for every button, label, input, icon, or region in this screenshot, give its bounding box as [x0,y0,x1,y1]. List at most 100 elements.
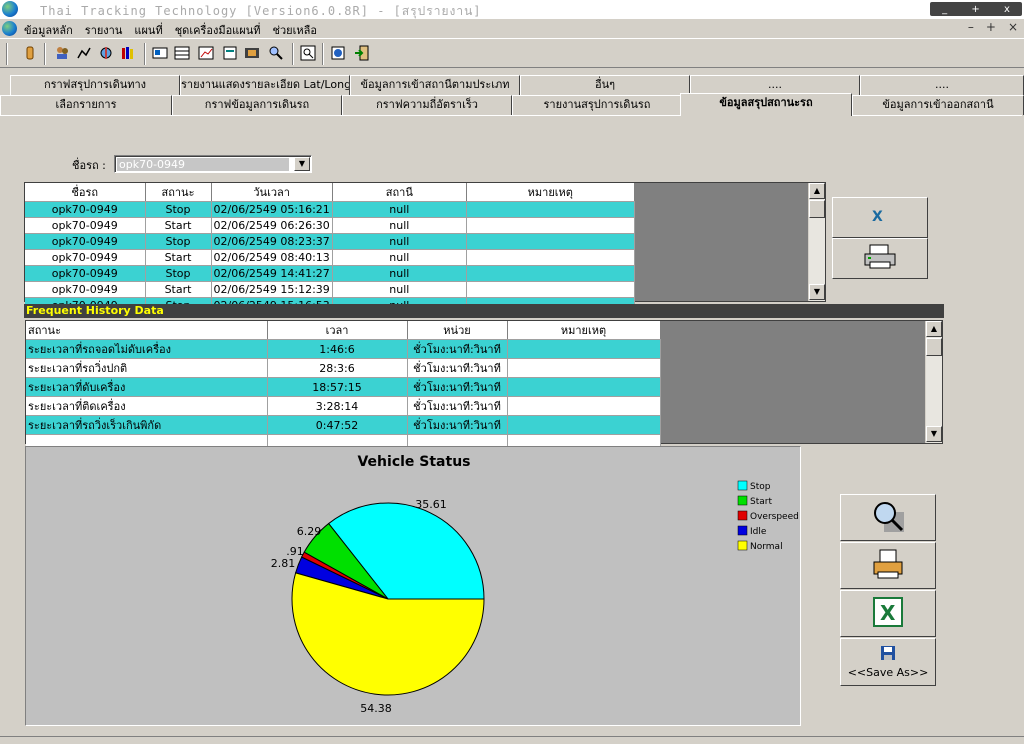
film-icon[interactable] [242,43,262,63]
tab-select-item[interactable]: เลือกรายการ [0,95,172,115]
excel-chart-button[interactable]: X [840,590,936,637]
pie-label-stop: 35.61 [415,498,447,511]
maximize-button[interactable]: + [971,4,979,15]
history-scrollbar[interactable]: ▲ ▼ [925,321,942,443]
history-table-cell: ชั่วโมง:นาที:วินาที [407,415,508,435]
legend-label-stop: Stop [750,482,771,492]
tab-driving-data-graph[interactable]: กราฟข้อมูลการเดินรถ [172,95,342,115]
tools-icon[interactable] [96,43,116,63]
export-icon[interactable] [328,43,348,63]
zoom-icon[interactable] [298,43,318,63]
status-table-row[interactable]: opk70-0949 Stop 02/06/2549 05:16:21 null [25,201,635,218]
history-table-cell: ระยะเวลาที่รถวิ่งเร็วเกินพิกัด [26,415,268,435]
toolbar [0,38,1024,68]
tab-others[interactable]: อื่นๆ [520,75,690,95]
col-status[interactable]: สถานะ [145,183,212,202]
floppy-icon [880,645,896,664]
users-icon[interactable] [52,43,72,63]
status-table-row[interactable]: opk70-0949 Start 02/06/2549 06:26:30 null [25,217,635,234]
export-excel-button[interactable]: X [832,197,928,238]
minimize-button[interactable]: _ [942,4,947,15]
zoom-chart-button[interactable] [840,494,936,541]
status-table-cell: 02/06/2549 08:40:13 [211,249,333,266]
find-icon[interactable] [266,43,286,63]
col-history-status[interactable]: สถานะ [26,321,268,340]
status-table-row[interactable]: opk70-0949 Stop 02/06/2549 08:23:37 null [25,233,635,250]
col-station[interactable]: สถานี [332,183,467,202]
tab-driving-summary-report[interactable]: รายงานสรุปการเดินรถ [512,95,682,115]
tab-row-top: กราฟสรุปการเดินทาง รายงานแสดงรายละเอียด … [0,75,1024,95]
status-table-cell: opk70-0949 [25,201,146,218]
history-table-row[interactable]: ระยะเวลาที่ติดเครื่อง 3:28:14 ชั่วโมง:นาที… [26,396,661,416]
status-bar [0,736,1024,744]
scroll-thumb[interactable] [809,200,825,218]
menu-map-tools[interactable]: ชุดเครื่องมือแผนที่ [175,21,261,39]
scroll-up-icon[interactable]: ▲ [809,183,825,199]
pie-chart-svg: Vehicle Status35.616.29.912.8154.38StopS… [271,454,799,715]
history-table-cell: ระยะเวลาที่ดับเครื่อง [26,377,268,397]
history-table-row[interactable]: ระยะเวลาที่รถจอดไม่ดับเครื่อง 1:46:6 ชั่วโ… [26,339,661,359]
route-icon[interactable] [74,43,94,63]
menu-report[interactable]: รายงาน [85,21,123,39]
mdi-restore-button[interactable]: + [986,20,996,34]
tab-latlong-report[interactable]: รายงานแสดงรายละเอียด Lat/Long [180,75,350,95]
tab-more-2[interactable]: .... [860,75,1024,95]
status-table-cell: 02/06/2549 14:41:27 [211,265,333,282]
save-as-button[interactable]: <<Save As>> [840,638,936,686]
tab-station-entry-type[interactable]: ข้อมูลการเข้าสถานีตามประเภท [350,75,520,95]
legend-swatch-normal [737,540,748,551]
form-icon[interactable] [220,43,240,63]
history-table-cell [507,377,661,397]
history-table-row[interactable]: ระยะเวลาที่รถวิ่งปกติ 28:3:6 ชั่วโมง:นาที:… [26,358,661,378]
status-table-row[interactable]: opk70-0949 Start 02/06/2549 08:40:13 null [25,249,635,266]
history-table-cell: ระยะเวลาที่รถวิ่งปกติ [26,358,268,378]
tab-trip-summary-graph[interactable]: กราฟสรุปการเดินทาง [10,75,180,95]
excel-icon: X [870,208,890,227]
history-table-row[interactable]: ระยะเวลาที่ดับเครื่อง 18:57:15 ชั่วโมง:นาท… [26,377,661,397]
tab-station-entry-exit[interactable]: ข้อมูลการเข้าออกสถานี [852,95,1024,115]
col-datetime[interactable]: วันเวลา [211,183,333,202]
chevron-down-icon[interactable]: ▼ [294,157,310,171]
status-table-cell [466,249,635,266]
close-button[interactable]: x [1004,4,1010,15]
scroll-down-icon[interactable]: ▼ [809,284,825,300]
mdi-close-button[interactable]: × [1008,20,1018,34]
excel-icon: X [873,597,903,630]
col-note[interactable]: หมายเหตุ [466,183,635,202]
hand-icon[interactable] [20,43,40,63]
print-table-button[interactable] [832,238,928,279]
status-table-row[interactable]: opk70-0949 Stop 02/06/2549 14:41:27 null [25,265,635,282]
print-chart-button[interactable] [840,542,936,589]
history-table-row[interactable]: ระยะเวลาที่รถวิ่งเร็วเกินพิกัด 0:47:52 ชั่… [26,415,661,435]
tab-more-1[interactable]: .... [690,75,860,95]
chart-icon[interactable] [196,43,216,63]
history-table-cell: ชั่วโมง:นาที:วินาที [407,377,508,397]
col-history-time[interactable]: เวลา [267,321,408,340]
status-table-cell [466,233,635,250]
mdi-minimize-button[interactable]: – [968,20,974,34]
status-table-row[interactable]: opk70-0949 Start 02/06/2549 15:12:39 null [25,281,635,298]
tab-vehicle-status-summary[interactable]: ข้อมูลสรุปสถานะรถ [680,93,852,116]
status-scrollbar[interactable]: ▲ ▼ [808,183,825,301]
menu-master-data[interactable]: ข้อมูลหลัก [24,21,73,39]
scroll-down-icon[interactable]: ▼ [926,426,942,442]
scroll-thumb[interactable] [926,338,942,356]
col-vehicle-name[interactable]: ชื่อรถ [25,183,146,202]
report-icon[interactable] [150,43,170,63]
exit-icon[interactable] [352,43,372,63]
vehicle-status-chart: Vehicle Status 35.61 6.29.91 2.81 54.38 Stop S… [25,446,801,726]
col-history-note[interactable]: หมายเหตุ [507,321,661,340]
table-icon[interactable] [172,43,192,63]
col-history-unit[interactable]: หน่วย [407,321,508,340]
menu-map[interactable]: แผนที่ [134,21,162,39]
legend-label-start: Start [750,497,772,507]
tab-speed-frequency-graph[interactable]: กราฟความถี่อัตราเร็ว [342,95,512,115]
history-title: Frequent History Data [24,304,944,318]
history-table-cell: 0:47:52 [267,415,408,435]
menu-help[interactable]: ช่วยเหลือ [272,21,316,39]
vehicle-select-value: opk70-0949 [117,158,289,171]
scroll-up-icon[interactable]: ▲ [926,321,942,337]
books-icon[interactable] [118,43,138,63]
vehicle-select[interactable]: opk70-0949 ▼ [114,155,312,173]
status-table: ชื่อรถ สถานะ วันเวลา สถานี หมายเหตุ opk7… [25,183,635,314]
